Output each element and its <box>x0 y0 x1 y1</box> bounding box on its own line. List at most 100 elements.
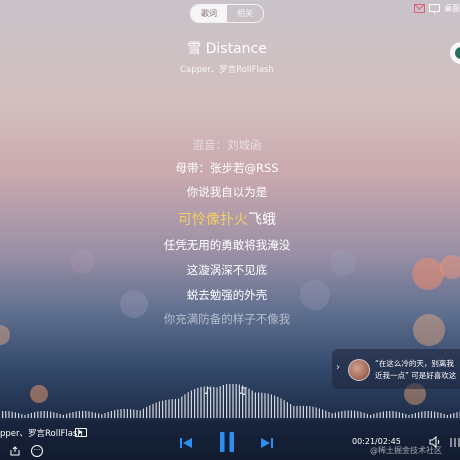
waveform-bar <box>318 408 320 418</box>
waveform-bar <box>27 413 29 418</box>
song-artists[interactable]: Capper、罗言RollFlash <box>0 63 454 75</box>
waveform-bar <box>392 411 394 418</box>
waveform-bar <box>110 410 112 418</box>
waveform-bar <box>46 411 48 418</box>
waveform-bar <box>306 405 308 418</box>
waveform-bar <box>338 411 340 418</box>
waveform-bar <box>309 406 311 418</box>
audio-waveform[interactable] <box>0 380 460 420</box>
desktop-lyrics-label[interactable]: 桌面 <box>444 3 460 14</box>
waveform-bar <box>283 400 285 418</box>
lyric-line: 蜕去勉强的外壳 <box>186 288 268 302</box>
waveform-bar <box>43 410 45 418</box>
current-lyric-line: 可怜像扑火飞蛾 <box>0 209 454 229</box>
waveform-bar <box>437 412 439 418</box>
waveform-bar <box>360 411 362 418</box>
waveform-bar <box>370 414 372 418</box>
lyric-line: 任凭无用的勇敢将我淹没 <box>163 238 291 252</box>
pause-button[interactable] <box>219 432 235 452</box>
waveform-bar <box>226 384 228 418</box>
waveform-bar <box>194 389 196 418</box>
waveform-bar <box>251 390 253 418</box>
waveform-bar <box>386 411 388 418</box>
waveform-bar <box>270 394 272 418</box>
waveform-bar <box>315 407 317 418</box>
waveform-bar <box>421 411 423 418</box>
mv-icon[interactable] <box>75 428 87 437</box>
waveform-bar <box>229 384 231 418</box>
waveform-bar <box>427 410 429 418</box>
waveform-bar <box>434 411 436 418</box>
waveform-bar <box>152 403 154 418</box>
waveform-bar <box>286 402 288 418</box>
lyric-remaining-part: 飞蛾 <box>248 212 276 228</box>
waveform-bar <box>82 410 84 418</box>
waveform-bar <box>34 412 36 418</box>
waveform-bar <box>187 392 189 418</box>
side-avatar-button[interactable] <box>450 42 460 64</box>
waveform-bar <box>53 412 55 418</box>
waveform-bar <box>376 412 378 418</box>
waveform-bar <box>411 413 413 418</box>
waveform-bar <box>254 392 256 418</box>
waveform-bar <box>402 413 404 418</box>
waveform-bar <box>181 396 183 418</box>
waveform-bar <box>5 411 7 418</box>
tab-lyrics[interactable]: 歌词 <box>191 5 227 22</box>
waveform-bar <box>258 392 260 418</box>
waveform-bar <box>261 392 263 418</box>
waveform-bar <box>30 412 32 418</box>
waveform-bar <box>2 411 4 418</box>
equalizer-icon[interactable] <box>449 436 460 448</box>
waveform-bar <box>382 411 384 418</box>
share-icon[interactable] <box>10 446 20 456</box>
waveform-bar <box>389 410 391 418</box>
waveform-bar <box>232 384 234 418</box>
waveform-bar <box>290 404 292 418</box>
window-controls: 桌面 <box>414 3 460 14</box>
waveform-bar <box>75 411 77 418</box>
waveform-bar <box>174 399 176 418</box>
waveform-bar <box>274 395 276 418</box>
waveform-bar <box>14 412 16 418</box>
waveform-bar <box>235 384 237 418</box>
chevron-right-icon[interactable]: › <box>336 362 340 373</box>
waveform-bar <box>446 414 448 418</box>
waveform-bar <box>379 412 381 418</box>
comment-text: “在这么冷的天，别离我 近我一点” 可是好喜欢这 <box>375 359 457 380</box>
tab-related[interactable]: 相关 <box>227 5 263 22</box>
waveform-bar <box>395 411 397 418</box>
waveform-bar <box>101 414 103 418</box>
waveform-bar <box>155 402 157 418</box>
monitor-icon[interactable] <box>429 3 440 14</box>
waveform-bar <box>184 394 186 418</box>
waveform-bar <box>264 393 266 418</box>
now-playing-artists[interactable]: pper、罗言RollFlash <box>0 427 83 439</box>
lyric-line: 混音：刘城函 <box>192 138 262 152</box>
waveform-bar <box>120 409 122 418</box>
commenter-avatar[interactable] <box>348 359 370 381</box>
next-button[interactable] <box>261 437 273 449</box>
waveform-bar <box>219 386 221 418</box>
waveform-bar <box>62 414 64 418</box>
waveform-bar <box>216 387 218 418</box>
waveform-bar <box>325 410 327 418</box>
waveform-bar <box>162 400 164 418</box>
more-icon[interactable]: ··· <box>31 445 43 457</box>
waveform-bar <box>8 411 10 418</box>
waveform-bar <box>24 414 26 418</box>
waveform-bar <box>450 413 452 418</box>
waveform-bar <box>293 406 295 418</box>
waveform-bar <box>197 387 199 418</box>
mail-icon[interactable] <box>414 4 425 13</box>
waveform-bar <box>366 413 368 418</box>
music-note-icon: ♪ <box>204 386 211 397</box>
waveform-bar <box>398 412 400 418</box>
waveform-bar <box>213 386 215 418</box>
waveform-bar <box>165 400 167 418</box>
waveform-bar <box>280 398 282 418</box>
previous-button[interactable] <box>180 437 192 449</box>
waveform-bar <box>126 408 128 418</box>
waveform-bar <box>178 398 180 418</box>
waveform-bar <box>50 411 52 418</box>
